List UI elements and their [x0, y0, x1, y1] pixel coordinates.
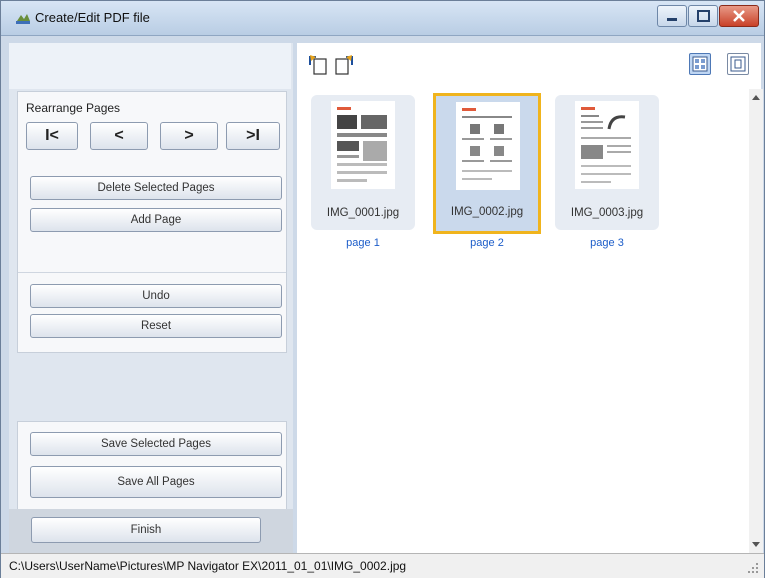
whole-image-view-icon: [730, 56, 746, 72]
first-page-icon: I<: [45, 127, 59, 144]
save-all-pages-button[interactable]: Save All Pages: [30, 466, 282, 498]
scroll-down-icon[interactable]: [752, 542, 760, 547]
close-button[interactable]: [719, 5, 759, 27]
close-icon: [733, 10, 745, 22]
page-thumbnail-selected[interactable]: IMG_0002.jpg: [433, 93, 541, 234]
status-bar: C:\Users\UserName\Pictures\MP Navigator …: [1, 553, 764, 578]
delete-selected-pages-button[interactable]: Delete Selected Pages: [30, 176, 282, 200]
maximize-icon: [697, 10, 710, 22]
undo-button[interactable]: Undo: [30, 284, 282, 308]
thumbnail-view-icon: [692, 56, 708, 72]
page-number-label: page 3: [590, 237, 624, 249]
window-title: Create/Edit PDF file: [35, 10, 150, 25]
vertical-scrollbar[interactable]: [749, 89, 763, 553]
page-view-area: IMG_0001.jpg page 1 IMG_0002.jpg page 2 …: [297, 43, 761, 553]
left-toolbar-strip: [9, 43, 291, 89]
reset-button[interactable]: Reset: [30, 314, 282, 338]
page-thumbnail-list: IMG_0001.jpg page 1 IMG_0002.jpg page 2 …: [297, 89, 747, 553]
page-toolbar: [297, 43, 761, 89]
title-bar: Create/Edit PDF file: [1, 1, 764, 36]
page-number-label: page 1: [346, 237, 380, 249]
thumbnail-view-button[interactable]: [689, 53, 711, 75]
next-page-button[interactable]: >: [160, 122, 218, 150]
page-thumbnail[interactable]: IMG_0001.jpg: [311, 95, 415, 230]
resize-grip-icon[interactable]: [748, 563, 760, 575]
add-page-button[interactable]: Add Page: [30, 208, 282, 232]
page-preview-image: [331, 101, 395, 189]
next-page-icon: >: [184, 127, 194, 144]
previous-page-icon: <: [114, 127, 124, 144]
scroll-up-icon[interactable]: [752, 95, 760, 100]
page-filename: IMG_0001.jpg: [326, 207, 400, 219]
finish-button[interactable]: Finish: [31, 517, 261, 543]
rotate-right-icon[interactable]: [333, 53, 355, 77]
save-group: Save Selected Pages Save All Pages: [17, 421, 287, 511]
first-page-button[interactable]: I<: [26, 122, 78, 150]
whole-image-view-button[interactable]: [727, 53, 749, 75]
divider: [18, 272, 286, 273]
page-filename: IMG_0003.jpg: [570, 207, 644, 219]
last-page-icon: >I: [246, 127, 260, 144]
minimize-icon: [667, 18, 677, 21]
page-preview-image: [575, 101, 639, 189]
last-page-button[interactable]: >I: [226, 122, 280, 150]
save-selected-pages-button[interactable]: Save Selected Pages: [30, 432, 282, 456]
finish-area: Finish: [9, 509, 293, 553]
previous-page-button[interactable]: <: [90, 122, 148, 150]
file-path-text: C:\Users\UserName\Pictures\MP Navigator …: [9, 559, 407, 573]
app-icon: [16, 14, 30, 24]
rearrange-pages-label: Rearrange Pages: [26, 101, 121, 115]
maximize-button[interactable]: [688, 5, 718, 27]
page-preview-image: [456, 102, 520, 190]
minimize-button[interactable]: [657, 5, 687, 27]
page-filename: IMG_0002.jpg: [450, 206, 524, 218]
rearrange-pages-group: Rearrange Pages I< < > >I Delete Selecte…: [17, 91, 287, 353]
rotate-left-icon[interactable]: [307, 53, 329, 77]
page-thumbnail[interactable]: IMG_0003.jpg: [555, 95, 659, 230]
page-number-label: page 2: [470, 237, 504, 249]
app-window: Create/Edit PDF file Rearrange Pages I< …: [0, 0, 765, 578]
